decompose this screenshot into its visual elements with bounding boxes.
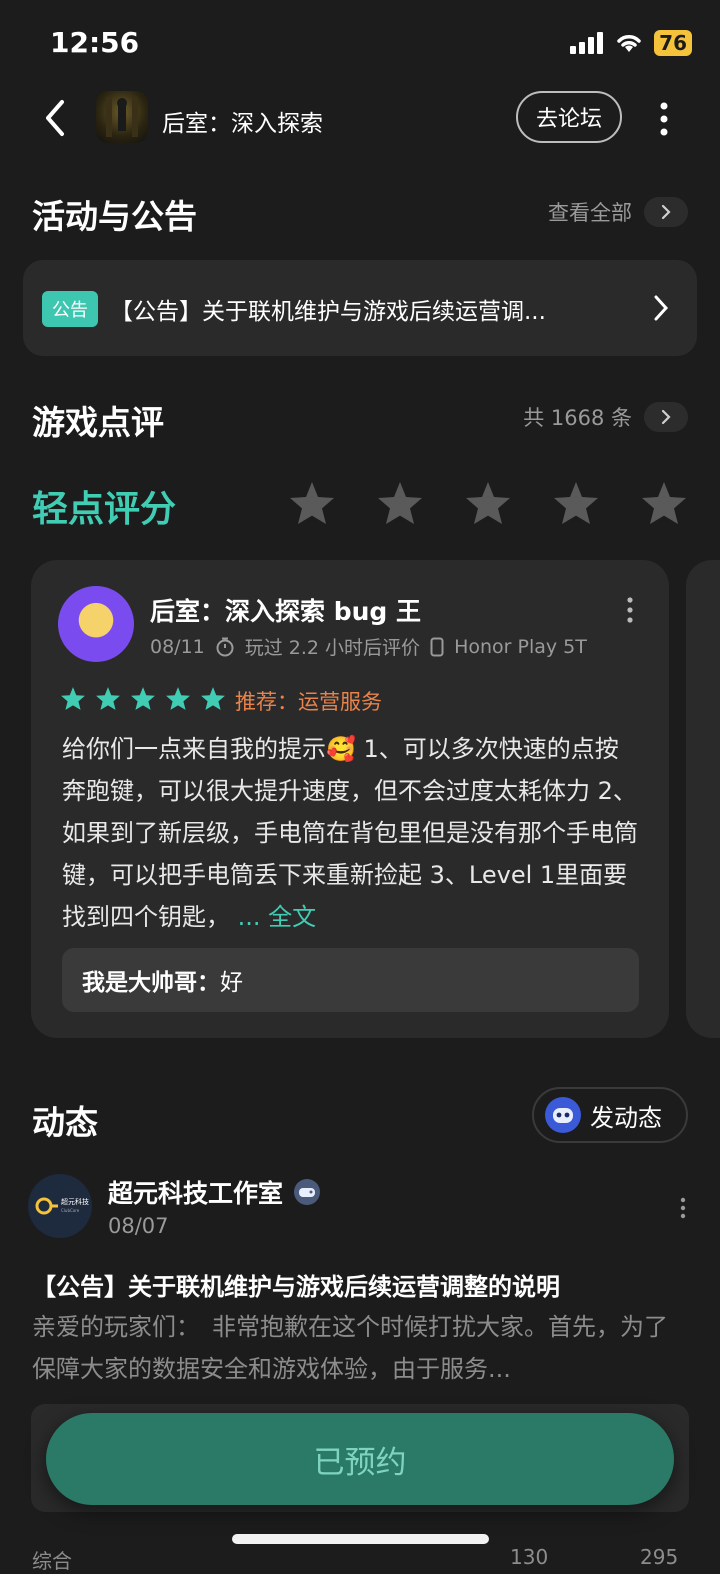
- reply-text: 好: [220, 970, 243, 996]
- battery-icon: 76: [654, 30, 692, 56]
- review-meta: 08/11 玩过 2.2 小时后评价 Honor Play 5T: [150, 633, 587, 660]
- reviews-count: 共 1668 条: [523, 406, 632, 430]
- review-device: Honor Play 5T: [454, 635, 587, 658]
- forum-button[interactable]: 去论坛: [516, 91, 622, 143]
- gamepad-badge-icon: [294, 1179, 321, 1205]
- star-filled-icon: [131, 687, 155, 710]
- review-full-link[interactable]: ... 全文: [238, 903, 317, 931]
- star-filled-icon: [166, 687, 190, 710]
- reviews-count-link[interactable]: 共 1668 条: [523, 402, 688, 432]
- star-icon-2[interactable]: [376, 480, 424, 526]
- notice-chevron-icon: [654, 295, 669, 321]
- review-title: 后室：深入探索 bug 王: [150, 597, 421, 626]
- review-card-next[interactable]: [686, 560, 720, 1038]
- more-icon[interactable]: [656, 102, 672, 136]
- status-icons: 76: [570, 30, 692, 56]
- star-filled-icon: [201, 687, 225, 710]
- post-button[interactable]: 发动态: [532, 1087, 688, 1143]
- star-filled-icon: [96, 687, 120, 710]
- view-all-link[interactable]: 查看全部: [548, 197, 688, 227]
- timer-icon: [216, 637, 234, 656]
- star-icon-1[interactable]: [288, 480, 336, 526]
- studio-name-row: 超元科技工作室: [108, 1174, 321, 1210]
- bottom-tab-left: 综合: [32, 1549, 72, 1573]
- game-icon[interactable]: [96, 91, 148, 143]
- star-icon-4[interactable]: [552, 480, 600, 526]
- comment-count: 130: [510, 1545, 549, 1569]
- reviews-title: 游戏点评: [32, 403, 164, 442]
- review-played: 玩过 2.2 小时后评价: [244, 637, 421, 659]
- post-more-icon[interactable]: [678, 1197, 688, 1219]
- back-icon[interactable]: [40, 98, 72, 138]
- studio-avatar[interactable]: 超元科技 ClubCore: [28, 1174, 92, 1238]
- feed-title: 动态: [32, 1103, 98, 1142]
- post-date: 08/07: [108, 1214, 169, 1238]
- svg-text:ClubCore: ClubCore: [61, 1208, 80, 1213]
- review-reply[interactable]: 我是大帅哥： 好: [62, 948, 639, 1012]
- like-count: 295: [640, 1545, 679, 1569]
- chevron-right-icon: [644, 197, 688, 227]
- review-more-icon[interactable]: [624, 597, 636, 623]
- home-indicator: [232, 1534, 489, 1544]
- activities-title: 活动与公告: [32, 197, 197, 236]
- view-all-label: 查看全部: [548, 201, 632, 225]
- status-time: 12:56: [50, 26, 140, 59]
- rating-label: 轻点评分: [32, 489, 177, 530]
- review-date: 08/11: [150, 635, 205, 658]
- notice-text: 【公告】关于联机维护与游戏后续运营调...: [110, 299, 546, 325]
- review-text: 给你们一点来自我的提示🥰 1、可以多次快速的点按奔跑键，可以很大提升速度，但不会…: [62, 735, 638, 931]
- review-body: 给你们一点来自我的提示🥰 1、可以多次快速的点按奔跑键，可以很大提升速度，但不会…: [62, 728, 642, 938]
- studio-logo-icon: 超元科技 ClubCore: [35, 1197, 89, 1215]
- game-figure-icon: [106, 97, 138, 137]
- robot-icon: [545, 1097, 581, 1133]
- svg-text:超元科技: 超元科技: [61, 1197, 89, 1206]
- game-title: 后室：深入探索: [162, 111, 323, 137]
- review-stars: [60, 686, 226, 711]
- reserve-button[interactable]: 已预约: [46, 1413, 674, 1505]
- signal-icon: [570, 32, 604, 54]
- wifi-icon: [617, 35, 641, 52]
- post-title: 【公告】关于联机维护与游戏后续运营调整的说明: [32, 1273, 560, 1301]
- studio-name: 超元科技工作室: [108, 1179, 284, 1208]
- post-body: 亲爱的玩家们： 非常抱歉在这个时候打扰大家。首先，为了保障大家的数据安全和游戏体…: [32, 1313, 668, 1383]
- avatar[interactable]: [58, 586, 134, 662]
- notice-badge: 公告: [42, 291, 98, 327]
- phone-icon: [430, 637, 444, 656]
- rating-stars[interactable]: [288, 480, 688, 526]
- chevron-right-icon: [644, 402, 688, 432]
- review-recommend: 推荐：运营服务: [235, 690, 382, 714]
- post-button-label: 发动态: [590, 1103, 662, 1132]
- star-icon-3[interactable]: [464, 480, 512, 526]
- star-filled-icon: [61, 687, 85, 710]
- star-icon-5[interactable]: [640, 480, 688, 526]
- reply-user: 我是大帅哥：: [82, 970, 220, 996]
